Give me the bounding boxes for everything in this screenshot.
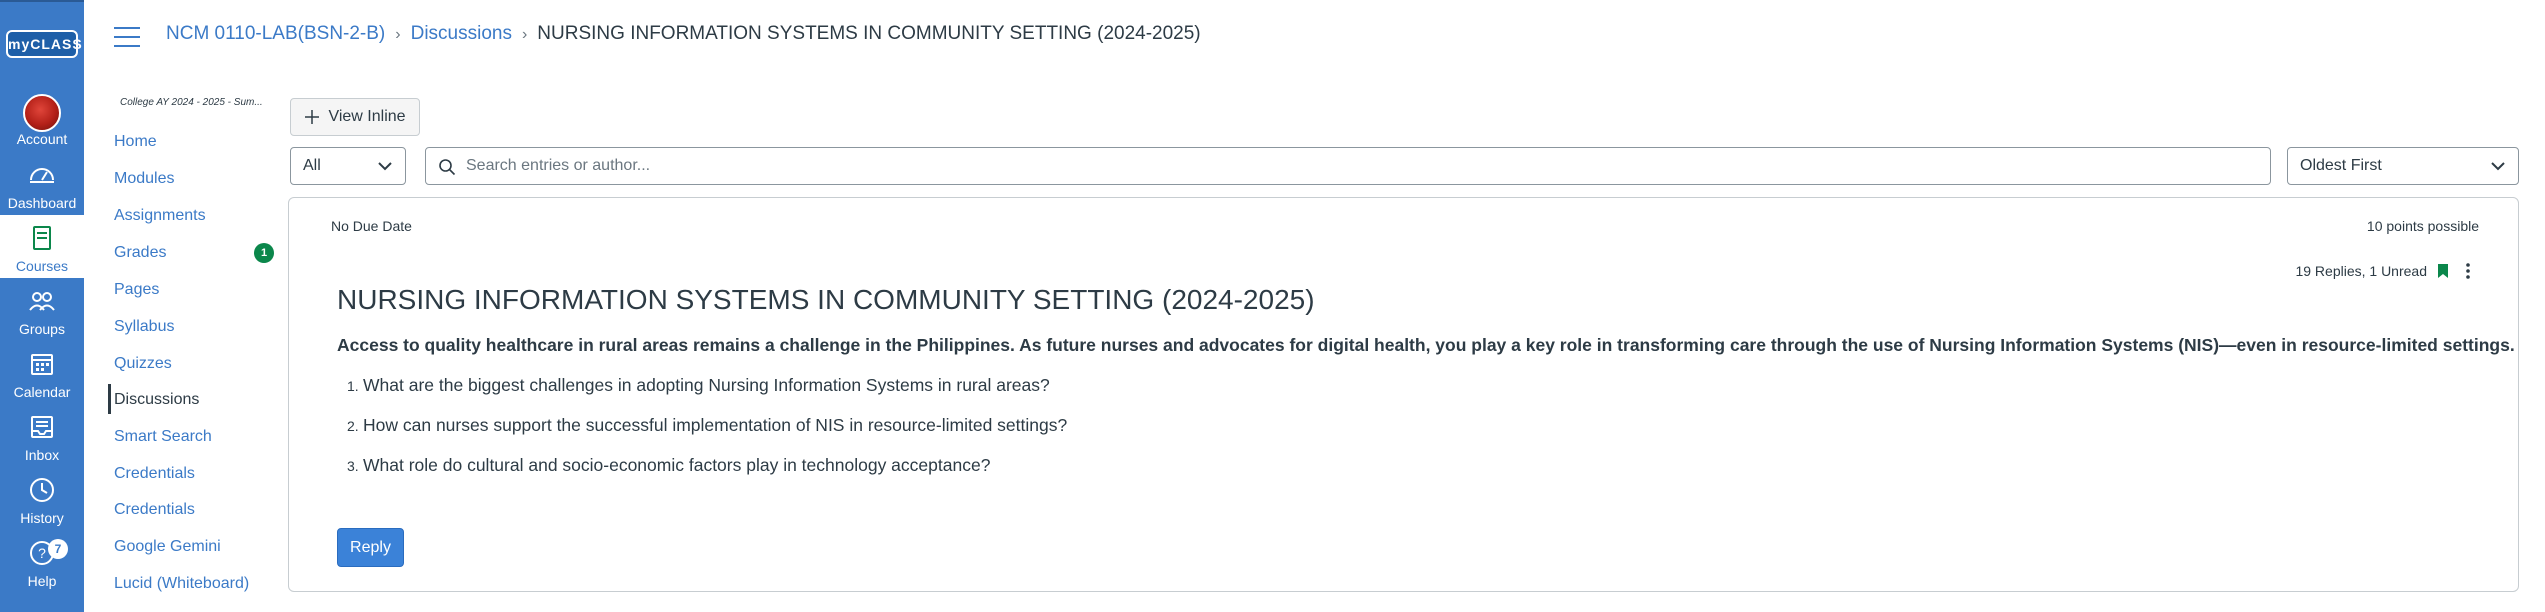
bookmark-icon[interactable] xyxy=(2437,263,2449,279)
question-text: How can nurses support the successful im… xyxy=(363,415,1068,435)
inbox-icon xyxy=(31,416,53,438)
nav-inbox-label: Inbox xyxy=(24,447,60,463)
breadcrumb-course-link[interactable]: NCM 0110-LAB(BSN-2-B) xyxy=(166,23,385,44)
sort-select[interactable]: Oldest First xyxy=(2287,147,2519,185)
course-nav-pages[interactable]: Pages xyxy=(114,281,159,299)
question-item: 2. How can nurses support the successful … xyxy=(347,415,1067,436)
course-nav-google-gemini[interactable]: Google Gemini xyxy=(114,538,221,556)
course-nav-lucid-whiteboard[interactable]: Lucid (Whiteboard) xyxy=(114,575,249,593)
reply-count-text: 19 Replies, 1 Unread xyxy=(2295,263,2427,279)
svg-text:?: ? xyxy=(38,545,46,561)
global-nav: myCLASS Account Dashboard Courses Groups… xyxy=(0,0,84,612)
logo[interactable]: myCLASS xyxy=(6,30,82,58)
filter-select-value: All xyxy=(303,157,321,174)
nav-inbox[interactable]: Inbox xyxy=(0,404,84,467)
question-text: What are the biggest challenges in adopt… xyxy=(363,375,1050,395)
course-nav-quizzes[interactable]: Quizzes xyxy=(114,355,172,373)
nav-courses[interactable]: Courses xyxy=(0,215,84,278)
courses-icon xyxy=(33,226,51,250)
breadcrumb-discussions-link[interactable]: Discussions xyxy=(411,23,512,44)
course-nav-discussions[interactable]: Discussions xyxy=(114,391,199,409)
grades-badge: 1 xyxy=(254,243,274,263)
course-nav-credentials[interactable]: Credentials xyxy=(114,465,195,483)
sort-select-value: Oldest First xyxy=(2300,157,2382,174)
course-nav-smart-search[interactable]: Smart Search xyxy=(114,428,212,446)
search-input[interactable] xyxy=(466,148,2256,184)
points-possible: 10 points possible xyxy=(2366,218,2479,234)
course-nav-assignments[interactable]: Assignments xyxy=(114,207,206,225)
calendar-icon xyxy=(31,354,53,375)
nav-help-label: Help xyxy=(27,573,57,589)
groups-icon xyxy=(29,292,55,311)
due-date: No Due Date xyxy=(331,218,412,234)
chevron-down-icon xyxy=(2491,162,2505,171)
breadcrumb: NCM 0110-LAB(BSN-2-B) › Discussions › NURSIN… xyxy=(166,23,1201,45)
course-nav-grades[interactable]: Grades xyxy=(114,244,166,262)
nav-groups-label: Groups xyxy=(19,321,65,337)
question-number: 2. xyxy=(347,418,359,434)
course-nav-home[interactable]: Home xyxy=(114,133,157,151)
nav-history[interactable]: History xyxy=(0,467,84,530)
course-nav-active-indicator xyxy=(108,384,111,414)
nav-help[interactable]: ? Help xyxy=(0,530,84,593)
question-item: 3. What role do cultural and socio-econom… xyxy=(347,455,990,476)
question-item: 1. What are the biggest challenges in ado… xyxy=(347,375,1050,396)
nav-dashboard[interactable]: Dashboard xyxy=(0,152,84,215)
view-inline-button[interactable]: View Inline xyxy=(290,98,420,136)
nav-calendar-label: Calendar xyxy=(13,384,71,400)
nav-courses-label: Courses xyxy=(15,258,69,274)
avatar xyxy=(23,94,61,132)
chevron-down-icon xyxy=(378,162,392,171)
view-inline-label: View Inline xyxy=(328,108,406,125)
filter-select[interactable]: All xyxy=(290,147,406,185)
discussion-intro: Access to quality healthcare in rural ar… xyxy=(337,335,2515,355)
search-box xyxy=(425,147,2271,185)
nav-account-label: Account xyxy=(16,131,68,147)
search-icon xyxy=(439,159,456,176)
nav-groups[interactable]: Groups xyxy=(0,278,84,341)
nav-dashboard-label: Dashboard xyxy=(7,195,77,211)
course-nav-syllabus[interactable]: Syllabus xyxy=(114,318,174,336)
reply-button[interactable]: Reply xyxy=(337,528,404,567)
question-number: 1. xyxy=(347,378,359,394)
breadcrumb-separator-icon: › xyxy=(521,26,528,43)
question-number: 3. xyxy=(347,458,359,474)
breadcrumb-current: NURSING INFORMATION SYSTEMS IN COMMUNITY… xyxy=(537,23,1201,44)
more-options-icon[interactable] xyxy=(2464,262,2472,280)
course-nav-modules[interactable]: Modules xyxy=(114,170,174,188)
nav-history-label: History xyxy=(20,510,64,526)
nav-account[interactable]: Account xyxy=(0,88,84,151)
question-text: What role do cultural and socio-economic… xyxy=(363,455,991,475)
nav-calendar[interactable]: Calendar xyxy=(0,341,84,404)
plus-icon xyxy=(305,110,320,124)
course-nav-credentials-2[interactable]: Credentials xyxy=(114,501,195,519)
dashboard-icon xyxy=(30,168,54,183)
help-badge: 7 xyxy=(48,539,68,559)
discussion-title: NURSING INFORMATION SYSTEMS IN COMMUNITY… xyxy=(337,284,1315,315)
history-icon xyxy=(30,478,54,502)
hamburger-menu-icon[interactable] xyxy=(114,27,140,47)
breadcrumb-separator-icon: › xyxy=(395,26,401,43)
reply-count: 19 Replies, 1 Unread xyxy=(2295,263,2449,279)
term-label: College AY 2024 - 2025 - Sum... xyxy=(120,97,263,108)
